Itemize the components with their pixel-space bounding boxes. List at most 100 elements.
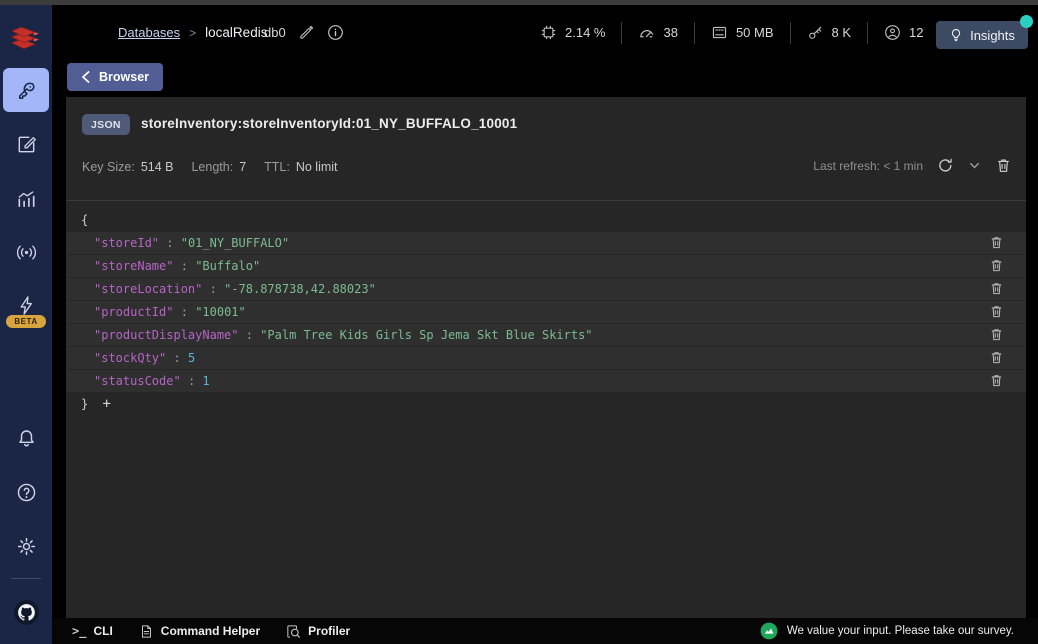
- command-helper-label: Command Helper: [160, 624, 261, 638]
- key-name[interactable]: storeInventory:storeInventoryId:01_NY_BU…: [141, 116, 517, 131]
- json-colon: :: [180, 305, 188, 319]
- json-key: "productDisplayName": [94, 328, 239, 342]
- stat-cpu-value: 2.14 %: [565, 25, 606, 40]
- ttl-value[interactable]: No limit: [296, 160, 338, 174]
- json-row-storeId[interactable]: "storeId" : "01_NY_BUFFALO": [66, 232, 1026, 254]
- json-close-brace-line: } +: [66, 393, 1026, 416]
- key-size-value: 514 B: [140, 160, 174, 174]
- browser-back-button[interactable]: Browser: [67, 63, 164, 91]
- key-meta-row: Key Size: 514 B Length: 7 TTL: No limit: [82, 160, 350, 174]
- sidebar-item-analytics[interactable]: [0, 177, 52, 221]
- json-row-statusCode[interactable]: "statusCode" : 1: [66, 370, 1026, 392]
- row-trash-icon[interactable]: [989, 304, 1004, 326]
- memory-icon: [711, 24, 728, 41]
- chevron-down-icon: [968, 159, 981, 172]
- lightning-icon: [15, 294, 38, 317]
- pubsub-broadcast-icon: [15, 241, 38, 264]
- profiler-label: Profiler: [308, 624, 351, 638]
- json-row-productDisplayName[interactable]: "productDisplayName" : "Palm Tree Kids G…: [66, 324, 1026, 346]
- refresh-button[interactable]: [937, 157, 954, 174]
- sidebar-divider: [11, 578, 41, 579]
- lightbulb-icon: [949, 28, 963, 42]
- stat-clients: 12: [868, 24, 939, 41]
- json-key: "productId": [94, 305, 174, 319]
- row-trash-icon[interactable]: [989, 258, 1004, 280]
- redis-logo[interactable]: [8, 21, 44, 55]
- db-info-icon[interactable]: [327, 24, 344, 41]
- chevron-left-icon: [81, 71, 90, 83]
- help-icon: [15, 481, 38, 504]
- trash-icon: [995, 157, 1012, 174]
- sidebar-item-github[interactable]: [0, 590, 52, 634]
- stat-cpu: 2.14 %: [524, 24, 621, 41]
- last-refresh-text: Last refresh: < 1 min: [813, 158, 923, 173]
- profiler-button[interactable]: Profiler: [286, 624, 350, 639]
- stat-clients-value: 12: [909, 25, 924, 40]
- json-close-brace: }: [81, 397, 89, 411]
- refresh-options-chevron[interactable]: [968, 159, 981, 172]
- json-value: 1: [202, 374, 210, 388]
- cli-button[interactable]: >_ CLI: [72, 624, 113, 638]
- profiler-search-icon: [286, 624, 301, 639]
- sidebar-item-browser[interactable]: [0, 68, 52, 112]
- command-helper-button[interactable]: Command Helper: [139, 624, 260, 639]
- stat-memory-value: 50 MB: [735, 25, 774, 40]
- json-colon: :: [209, 282, 217, 296]
- terminal-prompt-icon: >_: [72, 624, 87, 638]
- row-trash-icon[interactable]: [989, 281, 1004, 303]
- json-colon: :: [173, 351, 181, 365]
- insights-button-label: Insights: [970, 27, 1015, 43]
- row-trash-icon[interactable]: [989, 350, 1004, 372]
- db-index-label: db0: [264, 25, 286, 40]
- stat-keys-value: 8 K: [831, 25, 852, 40]
- json-value: "-78.878738,42.88023": [224, 282, 376, 296]
- insights-notification-dot: [1020, 15, 1033, 28]
- breadcrumb-separator: >: [189, 25, 197, 40]
- github-icon: [13, 599, 40, 626]
- survey-banner[interactable]: We value your input. Please take our sur…: [760, 618, 1014, 644]
- row-trash-icon[interactable]: [989, 327, 1004, 349]
- breadcrumb-databases-link[interactable]: Databases: [118, 25, 180, 40]
- length-value: 7: [239, 160, 247, 174]
- analytics-chart-icon: [15, 188, 38, 211]
- json-value: "Palm Tree Kids Girls Sp Jema Skt Blue S…: [260, 328, 593, 342]
- length-label: Length:: [191, 160, 234, 174]
- json-row-productId[interactable]: "productId" : "10001": [66, 301, 1026, 323]
- delete-key-button[interactable]: [995, 157, 1012, 174]
- document-icon: [139, 624, 154, 639]
- sidebar-item-help[interactable]: [0, 470, 52, 514]
- gauge-icon: [638, 24, 655, 41]
- json-row-stockQty[interactable]: "stockQty" : 5: [66, 347, 1026, 369]
- json-row-storeLocation[interactable]: "storeLocation" : "-78.878738,42.88023": [66, 278, 1026, 300]
- breadcrumb: Databases > localRedis: [118, 5, 267, 60]
- json-row-storeName[interactable]: "storeName" : "Buffalo": [66, 255, 1026, 277]
- sidebar-item-pubsub[interactable]: [0, 230, 52, 274]
- row-trash-icon[interactable]: [989, 373, 1004, 395]
- db-index-group: db0: [264, 5, 344, 60]
- json-key: "statusCode": [94, 374, 181, 388]
- json-key: "storeId": [94, 236, 160, 250]
- sidebar-item-workbench[interactable]: [0, 122, 52, 166]
- key-details-panel: JSON storeInventory:storeInventoryId:01_…: [66, 97, 1026, 618]
- sidebar-item-settings[interactable]: [0, 524, 52, 568]
- browser-back-label: Browser: [99, 70, 150, 84]
- add-field-button[interactable]: +: [102, 396, 110, 412]
- sidebar-item-notifications[interactable]: [0, 416, 52, 460]
- stat-memory: 50 MB: [695, 24, 790, 41]
- json-key: "storeName": [94, 259, 174, 273]
- survey-text: We value your input. Please take our sur…: [786, 625, 1014, 637]
- edit-db-alias-icon[interactable]: [298, 24, 315, 41]
- db-stats-bar: 2.14 % 38 50 MB 8 K 12: [524, 5, 940, 60]
- gear-icon: [15, 535, 38, 558]
- workbench-edit-icon: [15, 133, 38, 156]
- stat-commands: 38: [622, 24, 693, 41]
- bell-icon: [15, 427, 38, 450]
- insights-button[interactable]: Insights: [936, 21, 1028, 49]
- row-trash-icon[interactable]: [989, 235, 1004, 257]
- key-size-label: Key Size:: [82, 160, 135, 174]
- json-open-brace[interactable]: {: [66, 209, 1026, 232]
- json-value: "10001": [195, 305, 246, 319]
- json-colon: :: [166, 236, 174, 250]
- ttl-label: TTL:: [264, 160, 290, 174]
- json-colon: :: [187, 374, 196, 388]
